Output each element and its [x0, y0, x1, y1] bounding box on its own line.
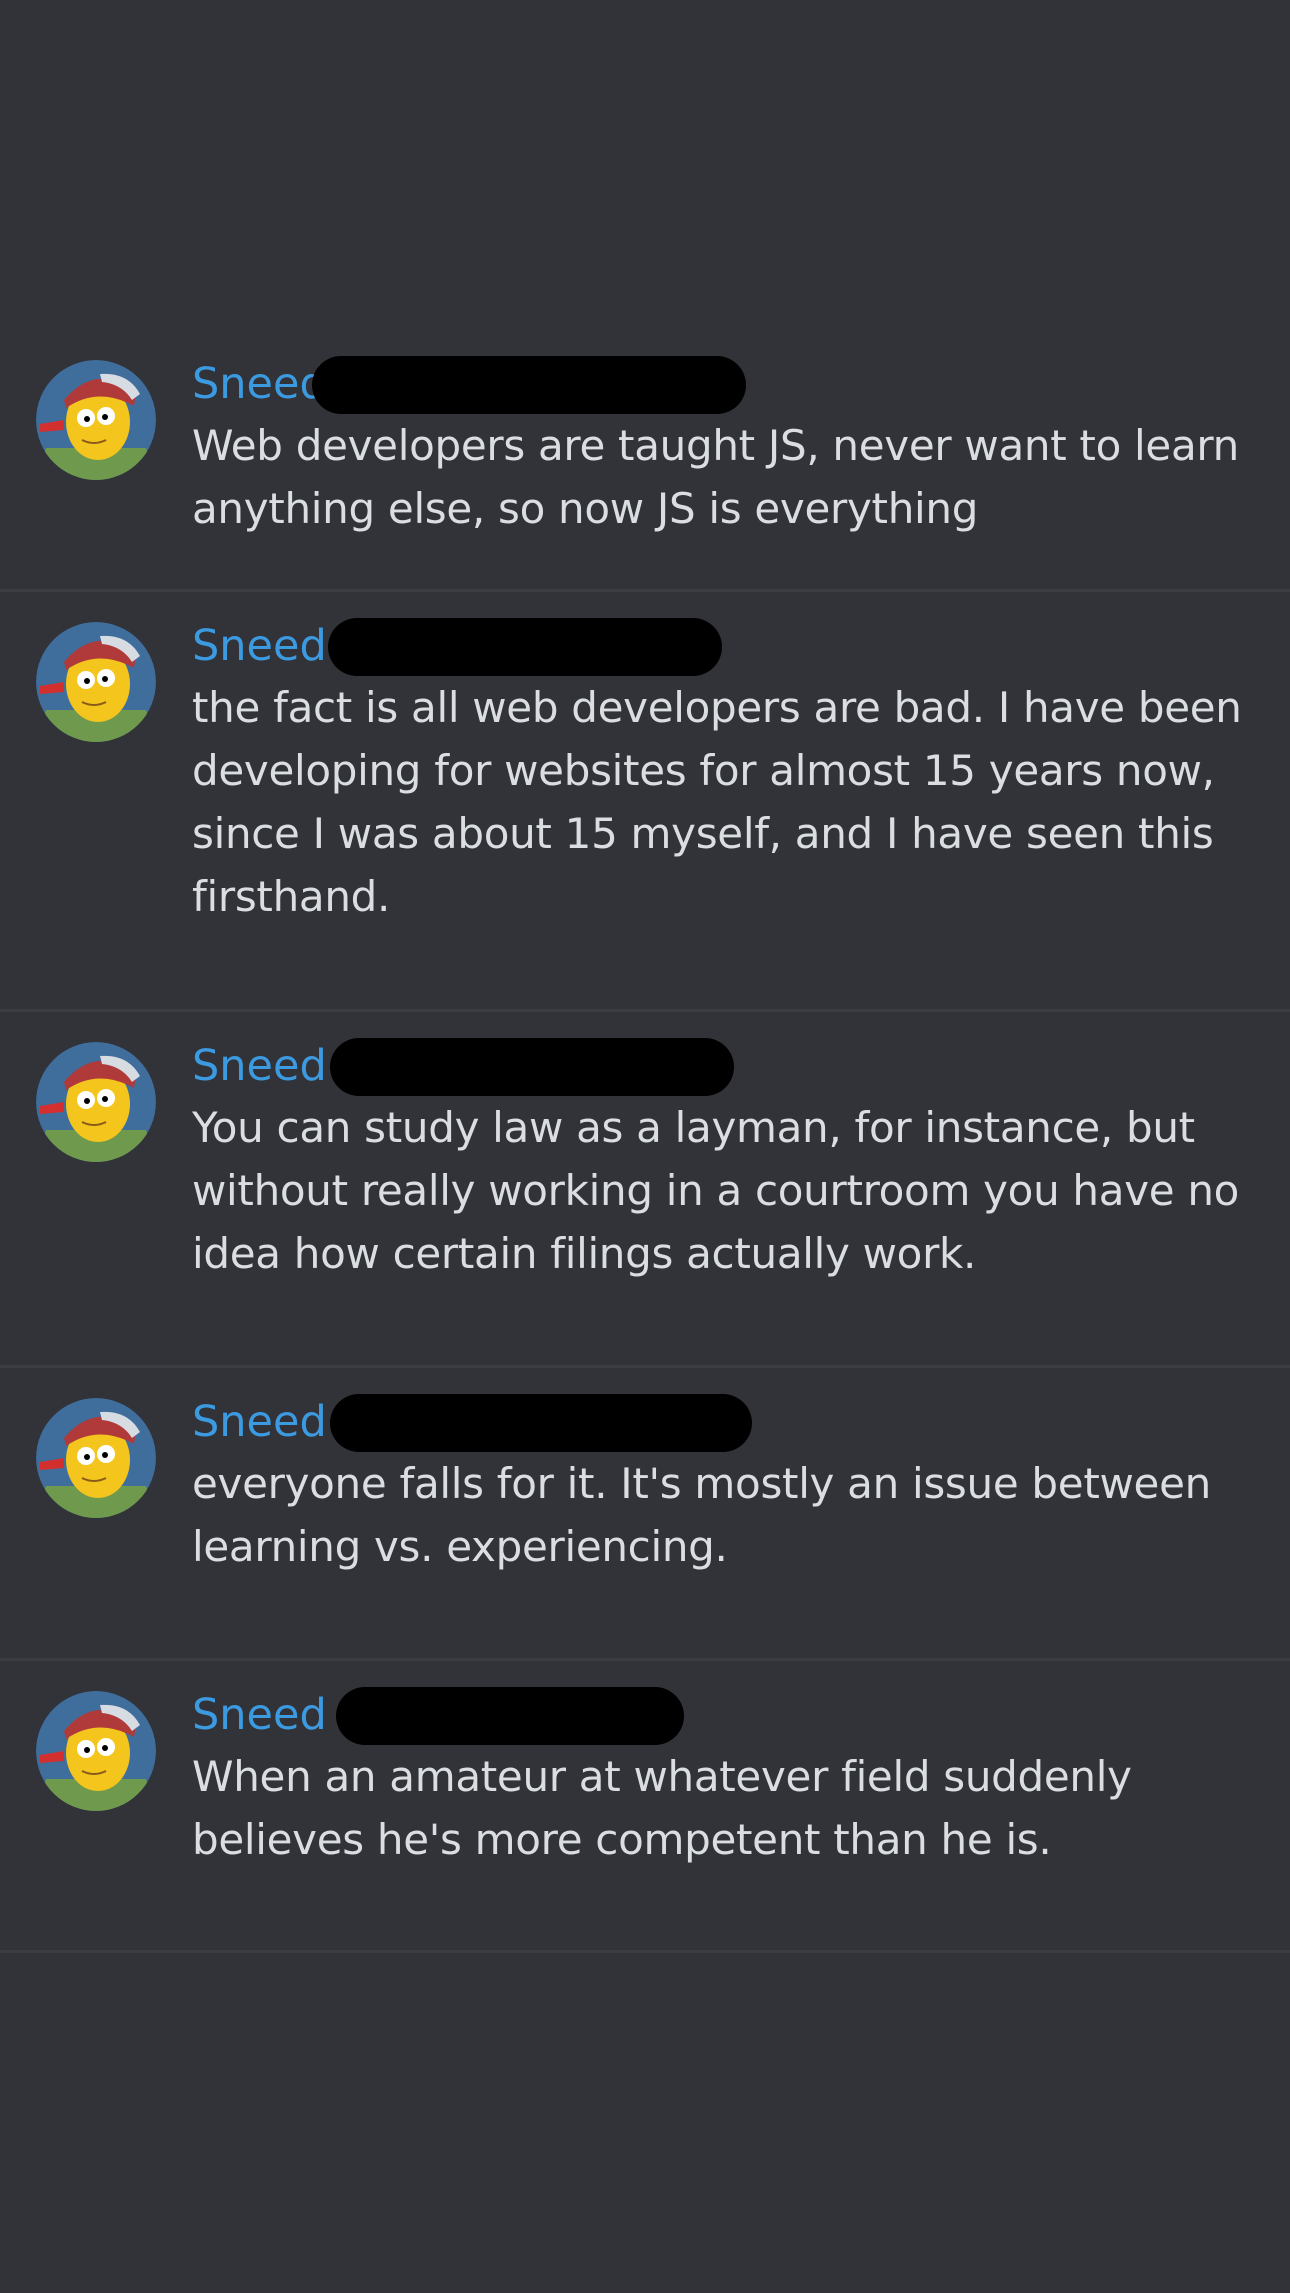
cartoon-avatar-icon[interactable]	[36, 360, 156, 480]
username[interactable]: Sneed	[192, 620, 327, 672]
cartoon-avatar-icon[interactable]	[36, 1042, 156, 1162]
message-text: the fact is all web developers are bad. …	[192, 683, 1242, 921]
message-item[interactable]: Sneed You can study law as a layman, for…	[0, 1012, 1290, 1368]
username[interactable]: Sneed	[192, 358, 327, 410]
message-item[interactable]: Sneed Web developers are taught JS, neve…	[0, 330, 1290, 592]
username[interactable]: Sneed	[192, 1040, 327, 1092]
message-text: You can study law as a layman, for insta…	[192, 1103, 1240, 1278]
redaction-mark	[330, 1038, 734, 1096]
message-text: When an amateur at whatever field sudden…	[192, 1752, 1132, 1864]
username[interactable]: Sneed	[192, 1396, 327, 1448]
message-text: everyone falls for it. It's mostly an is…	[192, 1459, 1211, 1571]
message-item[interactable]: Sneed everyone falls for it. It's mostly…	[0, 1368, 1290, 1661]
cartoon-avatar-icon[interactable]	[36, 1398, 156, 1518]
message-header: Sneed	[192, 356, 1250, 414]
cartoon-avatar-icon[interactable]	[36, 1691, 156, 1811]
redaction-mark	[312, 356, 746, 414]
message-header: Sneed	[192, 1687, 1250, 1745]
message-header: Sneed	[192, 618, 1250, 676]
message-list: Sneed Web developers are taught JS, neve…	[0, 330, 1290, 1953]
message-text: Web developers are taught JS, never want…	[192, 421, 1239, 533]
chat-screen: Sneed Web developers are taught JS, neve…	[0, 0, 1290, 2293]
cartoon-avatar-icon[interactable]	[36, 622, 156, 742]
message-item[interactable]: Sneed the fact is all web developers are…	[0, 592, 1290, 1012]
redaction-mark	[328, 618, 722, 676]
redaction-mark	[330, 1394, 752, 1452]
message-header: Sneed	[192, 1038, 1250, 1096]
username[interactable]: Sneed	[192, 1689, 327, 1741]
redaction-mark	[336, 1687, 684, 1745]
message-item[interactable]: Sneed When an amateur at whatever field …	[0, 1661, 1290, 1953]
message-header: Sneed	[192, 1394, 1250, 1452]
